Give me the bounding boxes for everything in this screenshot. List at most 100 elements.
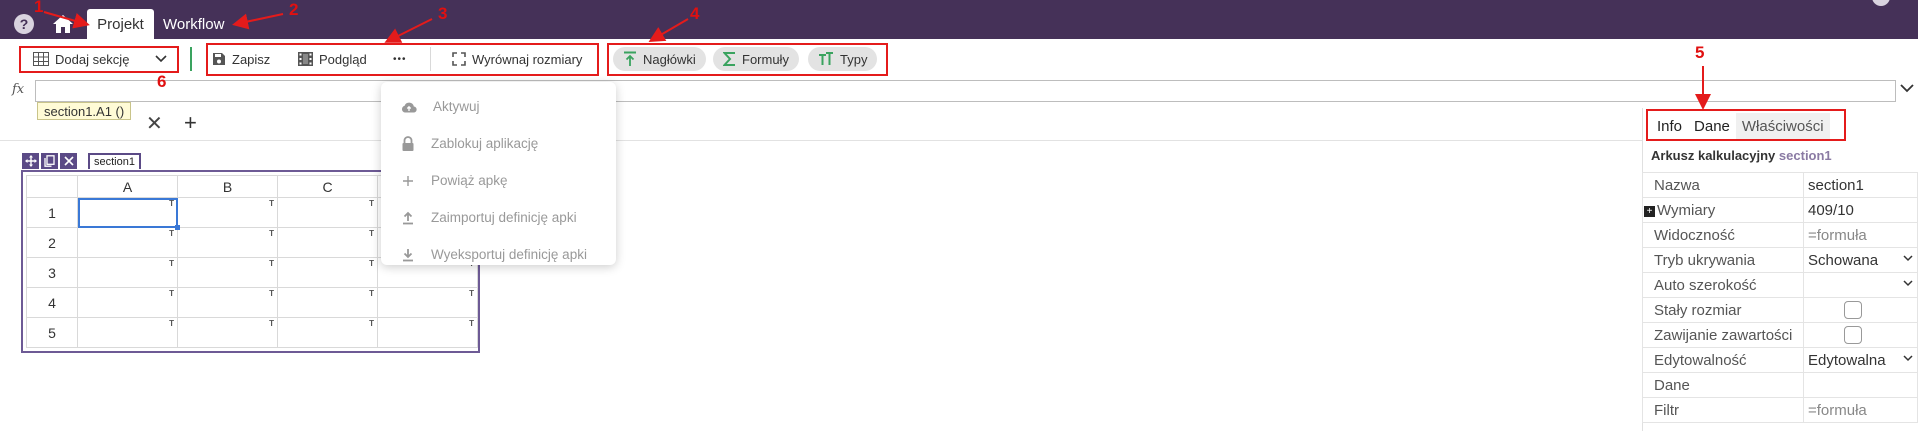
column-header[interactable]: A	[77, 175, 178, 198]
close-icon[interactable]: ✕	[146, 114, 163, 134]
grid-cell[interactable]: T	[77, 197, 180, 230]
column-header[interactable]: B	[177, 175, 278, 198]
wrap-content-checkbox[interactable]	[1844, 326, 1862, 345]
grid-cell[interactable]: T	[277, 197, 378, 228]
tab-projekt[interactable]: Projekt	[87, 9, 154, 39]
cloud-upload-icon	[401, 102, 417, 113]
property-row: Stały rozmiar	[1642, 297, 1918, 323]
grid-cell[interactable]: T	[277, 317, 378, 348]
section-tools	[22, 153, 77, 169]
property-name-input[interactable]: section1	[1803, 172, 1918, 198]
help-icon[interactable]: ?	[14, 14, 34, 34]
menu-item-activate[interactable]: Aktywuj	[381, 88, 616, 125]
download-icon	[403, 248, 413, 261]
type-marker: T	[369, 319, 374, 328]
grid-cell[interactable]: T	[277, 257, 378, 288]
property-data-input[interactable]	[1803, 372, 1918, 398]
copy-icon[interactable]	[41, 153, 58, 169]
column-header[interactable]: C	[277, 175, 378, 198]
property-filter-input[interactable]: =formuła	[1803, 397, 1918, 423]
home-icon[interactable]	[52, 14, 74, 34]
property-label: Edytowalność	[1642, 347, 1804, 373]
delete-icon[interactable]	[60, 153, 77, 169]
grid-cell[interactable]: T	[77, 227, 178, 258]
panel-title-text: Arkusz kalkulacyjny	[1651, 148, 1776, 163]
upload-icon	[403, 211, 413, 224]
property-auto-width-select[interactable]	[1803, 272, 1918, 298]
annotation-box-6	[19, 46, 179, 73]
type-marker: T	[269, 229, 274, 238]
annotation-box-3	[206, 43, 599, 76]
type-marker: T	[469, 289, 474, 298]
grid-cell[interactable]: T	[277, 287, 378, 318]
property-hide-mode-select[interactable]: Schowana	[1803, 247, 1918, 273]
chevron-down-icon[interactable]	[1900, 84, 1914, 93]
lock-icon	[402, 135, 414, 151]
user-avatar[interactable]	[1872, 0, 1890, 6]
property-visibility-input[interactable]: =formuła	[1803, 222, 1918, 248]
annotation-box-4	[607, 43, 888, 76]
menu-item-label: Zaimportuj definicję apki	[431, 210, 577, 225]
grid-cell[interactable]: T	[77, 317, 178, 348]
grid-cell[interactable]: T	[177, 227, 278, 258]
grid-cell[interactable]: T	[177, 197, 278, 228]
menu-item-lock-app[interactable]: Zablokuj aplikację	[381, 125, 616, 162]
corner-cell[interactable]	[26, 175, 78, 198]
type-marker: T	[369, 229, 374, 238]
top-bar: ? Projekt Workflow	[0, 0, 1918, 39]
tab-workflow[interactable]: Workflow	[163, 9, 224, 39]
property-row: Widoczność =formuła	[1642, 222, 1918, 248]
grid-cell[interactable]: T	[377, 317, 478, 348]
row-header[interactable]: 2	[26, 227, 78, 258]
move-icon[interactable]	[22, 153, 39, 169]
grid-cell[interactable]: T	[377, 287, 478, 318]
formula-input[interactable]	[35, 80, 1896, 102]
type-marker: T	[269, 259, 274, 268]
property-label: + Wymiary	[1642, 197, 1804, 223]
property-row: Tryb ukrywania Schowana	[1642, 247, 1918, 273]
property-label: Zawijanie zawartości	[1642, 322, 1804, 348]
annotation-box-5	[1646, 109, 1846, 141]
chevron-down-icon	[1903, 280, 1913, 287]
row-header[interactable]: 1	[26, 197, 78, 228]
type-marker: T	[169, 259, 174, 268]
type-marker: T	[269, 289, 274, 298]
menu-item-export[interactable]: Wyeksportuj definicję apki	[381, 236, 616, 273]
grid-cell[interactable]: T	[77, 257, 178, 288]
row-header[interactable]: 3	[26, 257, 78, 288]
annotation-label-5: 5	[1695, 43, 1705, 62]
type-marker: T	[369, 199, 374, 208]
tabs-divider	[0, 140, 1642, 141]
grid-cell[interactable]: T	[177, 257, 278, 288]
panel-title: Arkusz kalkulacyjny section1	[1651, 148, 1832, 163]
type-marker: T	[169, 229, 174, 238]
property-row: Zawijanie zawartości	[1642, 322, 1918, 348]
type-marker: T	[269, 199, 274, 208]
menu-item-label: Wyeksportuj definicję apki	[431, 247, 587, 262]
grid-cell[interactable]: T	[177, 287, 278, 318]
property-label: Nazwa	[1642, 172, 1804, 198]
property-row: Filtr =formuła	[1642, 397, 1918, 423]
chevron-down-icon	[1903, 355, 1913, 362]
property-editability-select[interactable]: Edytowalna	[1803, 347, 1918, 373]
grid-cell[interactable]: T	[77, 287, 178, 318]
fixed-size-checkbox[interactable]	[1844, 301, 1862, 320]
grid-cell[interactable]: T	[177, 317, 278, 348]
section-name-tag[interactable]: section1	[88, 153, 141, 169]
panel-title-section: section1	[1778, 148, 1832, 163]
menu-item-link-app[interactable]: Powiąż apkę	[381, 162, 616, 199]
property-label: Widoczność	[1642, 222, 1804, 248]
type-marker: T	[269, 319, 274, 328]
row-header[interactable]: 4	[26, 287, 78, 318]
grid-cell[interactable]: T	[277, 227, 378, 258]
annotation-label-6: 6	[157, 72, 167, 91]
row-header[interactable]: 5	[26, 317, 78, 348]
menu-item-import[interactable]: Zaimportuj definicję apki	[381, 199, 616, 236]
add-sheet-button[interactable]: +	[184, 112, 197, 134]
expand-icon[interactable]: +	[1644, 205, 1655, 217]
type-marker: T	[369, 289, 374, 298]
property-dimensions-input[interactable]: 409/10	[1803, 197, 1918, 223]
menu-item-label: Zablokuj aplikację	[431, 136, 539, 151]
property-row: Dane	[1642, 372, 1918, 398]
property-row: + Wymiary 409/10	[1642, 197, 1918, 223]
